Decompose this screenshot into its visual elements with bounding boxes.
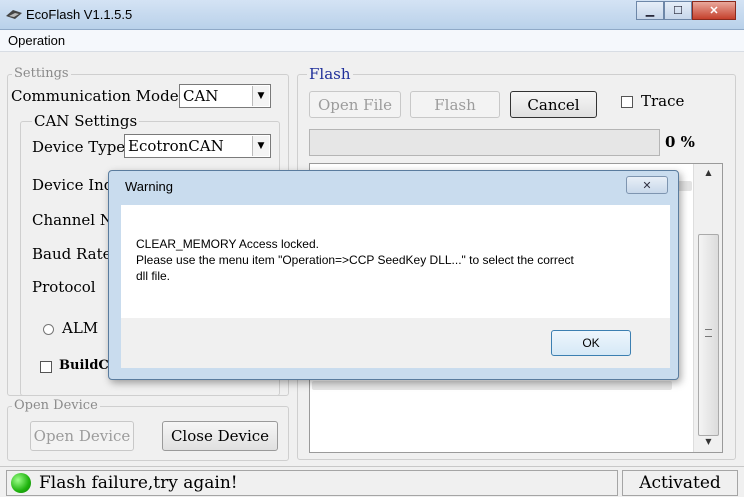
open-device-button[interactable]: Open Device xyxy=(30,421,134,451)
dialog-message-line-2: Please use the menu item "Operation=>CCP… xyxy=(136,253,574,267)
dialog-close-icon[interactable]: ✕ xyxy=(626,176,668,194)
status-bar: Flash failure,try again! Activated xyxy=(0,466,744,497)
dialog-body: CLEAR_MEMORY Access locked. Please use t… xyxy=(121,205,670,318)
activation-status: Activated xyxy=(639,473,721,493)
menu-operation[interactable]: Operation xyxy=(8,33,65,48)
protocol-label: Protocol xyxy=(32,278,96,296)
maximize-icon[interactable]: ☐ xyxy=(664,1,692,20)
activation-panel: Activated xyxy=(622,470,738,496)
status-message-panel: Flash failure,try again! xyxy=(6,470,618,496)
window-controls: ▁ ☐ ✕ xyxy=(636,1,736,21)
close-icon[interactable]: ✕ xyxy=(692,1,736,20)
comm-mode-label: Communication Mode xyxy=(11,87,179,105)
log-scrollbar[interactable]: ▲ ▼ xyxy=(693,164,722,452)
alm-radio[interactable] xyxy=(43,324,54,335)
chevron-down-icon: ▼ xyxy=(252,136,269,156)
device-type-value: EcotronCAN xyxy=(128,137,224,155)
status-led-icon xyxy=(11,473,31,493)
menu-bar: Operation xyxy=(0,30,744,52)
log-ghost-line-2 xyxy=(312,381,672,390)
minimize-icon[interactable]: ▁ xyxy=(636,1,664,20)
scroll-down-icon[interactable]: ▼ xyxy=(694,437,723,446)
alm-label: ALM xyxy=(62,319,99,337)
flash-progress-text: 0 % xyxy=(665,133,695,151)
window-title: EcoFlash V1.1.5.5 xyxy=(26,7,133,22)
grip-icon xyxy=(705,329,712,337)
can-settings-legend: CAN Settings xyxy=(32,112,140,130)
trace-label: Trace xyxy=(641,92,685,110)
status-message: Flash failure,try again! xyxy=(39,473,238,493)
scroll-up-icon[interactable]: ▲ xyxy=(694,168,723,177)
dialog-footer: OK xyxy=(121,318,670,368)
comm-mode-select[interactable]: CAN ▼ xyxy=(179,84,271,108)
scroll-thumb[interactable] xyxy=(698,234,719,436)
flash-legend: Flash xyxy=(307,65,353,83)
baud-rate-label: Baud Rate xyxy=(32,245,112,263)
dialog-ok-button[interactable]: OK xyxy=(551,330,631,356)
comm-mode-value: CAN xyxy=(183,87,219,105)
flash-button[interactable]: Flash xyxy=(410,91,500,118)
trace-checkbox[interactable] xyxy=(621,96,633,108)
close-device-button[interactable]: Close Device xyxy=(162,421,278,451)
buildch-checkbox[interactable] xyxy=(40,361,52,373)
cancel-button[interactable]: Cancel xyxy=(510,91,597,118)
open-file-button[interactable]: Open File xyxy=(309,91,401,118)
warning-dialog: Warning ✕ CLEAR_MEMORY Access locked. Pl… xyxy=(108,170,679,380)
dialog-title: Warning xyxy=(125,179,173,194)
chevron-down-icon: ▼ xyxy=(252,86,269,106)
settings-legend: Settings xyxy=(12,66,71,81)
device-type-label: Device Type xyxy=(32,138,126,156)
open-device-legend: Open Device xyxy=(12,398,100,413)
device-type-select[interactable]: EcotronCAN ▼ xyxy=(124,134,271,158)
dialog-message-line-1: CLEAR_MEMORY Access locked. xyxy=(136,237,319,251)
flash-progress-bar xyxy=(309,129,660,156)
app-icon xyxy=(6,10,22,19)
dialog-message-line-3: dll file. xyxy=(136,269,171,283)
